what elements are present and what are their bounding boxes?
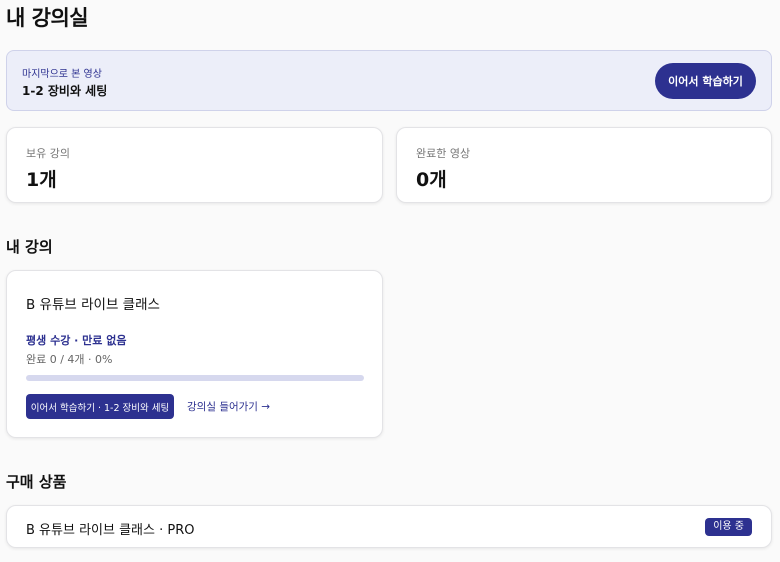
course-continue-button[interactable]: 이어서 학습하기 · 1-2 장비와 세팅 bbox=[26, 394, 174, 419]
continue-learning-button[interactable]: 이어서 학습하기 bbox=[655, 63, 756, 99]
course-title: B 유튜브 라이브 클래스 bbox=[26, 297, 160, 313]
resume-video-title: 1-2 장비와 세팅 bbox=[22, 84, 108, 98]
resume-kicker: 마지막으로 본 영상 bbox=[22, 69, 102, 80]
product-name: B 유튜브 라이브 클래스 · PRO bbox=[26, 523, 195, 538]
page-title: 내 강의실 bbox=[6, 6, 89, 30]
stat-value: 1개 bbox=[26, 169, 57, 191]
course-progress-text: 완료 0 / 4개 · 0% bbox=[26, 353, 113, 366]
course-access-info: 평생 수강 · 만료 없음 bbox=[26, 334, 127, 347]
resume-banner: 마지막으로 본 영상 1-2 장비와 세팅 이어서 학습하기 bbox=[6, 50, 772, 111]
stat-card-completed-videos: 완료한 영상 0개 bbox=[396, 127, 772, 203]
stat-card-owned-courses: 보유 강의 1개 bbox=[6, 127, 383, 203]
status-badge: 이용 중 bbox=[705, 518, 752, 536]
product-card: B 유튜브 라이브 클래스 · PRO 이용 중 bbox=[6, 505, 772, 548]
section-title-my-courses: 내 강의 bbox=[6, 238, 53, 256]
stat-label: 완료한 영상 bbox=[416, 147, 471, 160]
stat-label: 보유 강의 bbox=[26, 147, 70, 160]
course-card: B 유튜브 라이브 클래스 평생 수강 · 만료 없음 완료 0 / 4개 · … bbox=[6, 270, 383, 438]
enter-classroom-link[interactable]: 강의실 들어가기 → bbox=[187, 399, 270, 414]
section-title-purchases: 구매 상품 bbox=[6, 473, 67, 491]
progress-bar bbox=[26, 375, 364, 381]
stat-value: 0개 bbox=[416, 169, 447, 191]
